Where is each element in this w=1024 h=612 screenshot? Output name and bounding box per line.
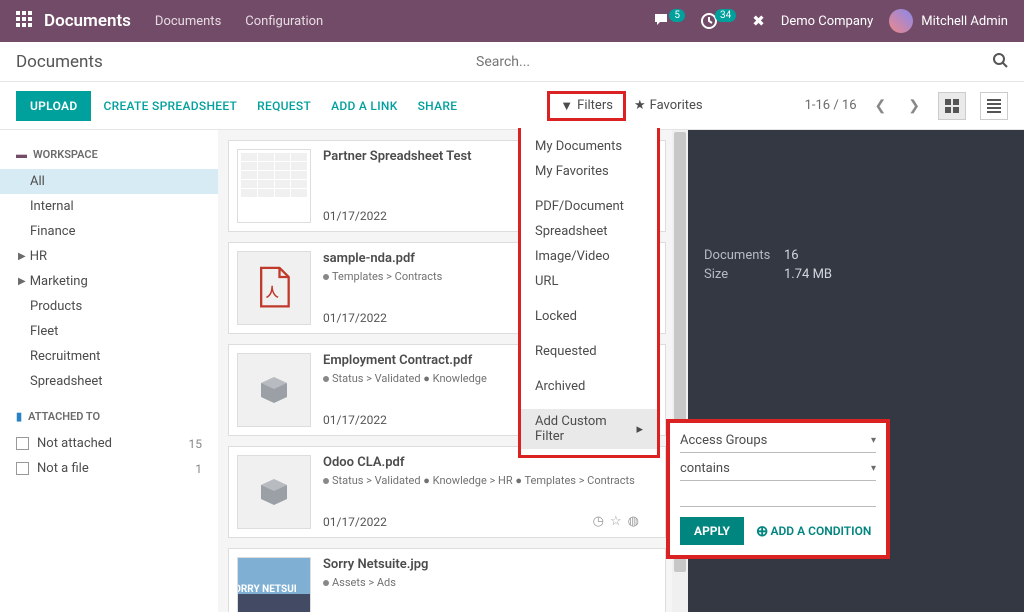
status-icon[interactable]: ◍ — [628, 514, 639, 529]
docs-count-label: Documents — [704, 248, 784, 263]
company-selector[interactable]: Demo Company — [781, 14, 873, 29]
add-link-button[interactable]: ADD A LINK — [331, 99, 398, 113]
count: 1 — [195, 462, 202, 476]
svg-text:人: 人 — [266, 286, 279, 301]
favorites-label: Favorites — [650, 98, 703, 113]
brand[interactable]: Documents — [44, 11, 131, 31]
doc-tags: Status > Validated ● Knowledge > HR ● Te… — [323, 474, 657, 487]
count: 15 — [189, 437, 203, 451]
star-icon: ★ — [634, 98, 646, 113]
docs-count: 16 — [784, 248, 799, 263]
messaging-icon[interactable]: 5 — [655, 14, 685, 28]
doc-title: Sorry Netsuite.jpg — [323, 557, 657, 572]
pager-prev-icon[interactable]: ❮ — [871, 98, 891, 114]
size-label: Size — [704, 267, 784, 282]
user-menu[interactable]: Mitchell Admin — [889, 9, 1008, 33]
chevron-down-icon: ▾ — [871, 463, 876, 474]
topbar: Documents Documents Configuration 5 34 ✖… — [0, 0, 1024, 42]
chevron-right-icon: ▸ — [636, 422, 643, 437]
plus-icon: ⊕ — [756, 522, 769, 540]
doc-thumb-box — [237, 353, 311, 427]
document-card[interactable]: Odoo CLA.pdf Status > Validated ● Knowle… — [228, 446, 666, 538]
filters-button[interactable]: ▼ Filters — [547, 91, 626, 121]
caret-icon: ▶ — [18, 276, 26, 287]
nav-configuration[interactable]: Configuration — [245, 14, 323, 29]
checkbox[interactable] — [16, 462, 29, 475]
document-card[interactable]: ORRY NETSUI odoo ▬▬ Sorry Netsuite.jpg A… — [228, 548, 666, 612]
file-icon: ▮ — [16, 410, 22, 423]
workspace-header: ▬ WORKSPACE — [0, 144, 218, 169]
custom-filter-value[interactable] — [680, 485, 876, 507]
apps-icon[interactable] — [16, 11, 32, 31]
upload-button[interactable]: UPLOAD — [16, 91, 91, 121]
attached-not-attached[interactable]: Not attached 15 — [0, 431, 218, 456]
add-custom-label: Add Custom Filter — [535, 414, 636, 444]
filter-url[interactable]: URL — [521, 269, 657, 294]
pager: 1-16 / 16 — [805, 98, 857, 113]
star-icon[interactable]: ☆ — [610, 514, 622, 529]
doc-thumb-spreadsheet — [237, 149, 311, 223]
toolbar: UPLOAD CREATE SPREADSHEET REQUEST ADD A … — [0, 82, 1024, 130]
doc-tags: Assets > Ads — [323, 576, 657, 589]
sidebar-item-marketing[interactable]: ▶Marketing — [0, 269, 218, 294]
debug-icon[interactable]: ✖ — [752, 12, 765, 30]
filter-archived[interactable]: Archived — [521, 374, 657, 399]
add-condition-button[interactable]: ⊕ ADD A CONDITION — [756, 522, 872, 540]
custom-filter-panel: Access Groups ▾ contains ▾ APPLY ⊕ ADD A… — [666, 419, 890, 559]
sidebar-item-fleet[interactable]: Fleet — [0, 319, 218, 344]
filters-label: Filters — [577, 98, 613, 113]
list-view-button[interactable] — [980, 92, 1008, 120]
size-value: 1.74 MB — [784, 267, 832, 282]
search-row: Documents — [0, 42, 1024, 82]
attached-header: ▮ ATTACHED TO — [0, 394, 218, 431]
caret-icon: ▶ — [18, 251, 26, 262]
pager-next-icon[interactable]: ❯ — [904, 98, 924, 114]
activity-icon[interactable]: 34 — [701, 13, 736, 29]
filter-requested[interactable]: Requested — [521, 339, 657, 364]
folder-icon: ▬ — [16, 148, 27, 161]
sidebar: ▬ WORKSPACE All Internal Finance ▶HR ▶Ma… — [0, 130, 218, 612]
apply-button[interactable]: APPLY — [680, 517, 744, 545]
clock-icon[interactable]: ◷ — [593, 514, 604, 529]
filter-pdf[interactable]: PDF/Document — [521, 194, 657, 219]
filter-my-favorites[interactable]: My Favorites — [521, 159, 657, 184]
request-button[interactable]: REQUEST — [257, 99, 311, 113]
doc-thumb-image: ORRY NETSUI odoo ▬▬ — [237, 557, 311, 612]
user-name: Mitchell Admin — [921, 14, 1008, 29]
chat-badge: 5 — [669, 9, 685, 22]
page-title: Documents — [16, 52, 476, 72]
sidebar-item-all[interactable]: All — [0, 169, 218, 194]
sidebar-item-recruitment[interactable]: Recruitment — [0, 344, 218, 369]
doc-thumb-pdf: 人 — [237, 251, 311, 325]
sidebar-item-finance[interactable]: Finance — [0, 219, 218, 244]
share-button[interactable]: SHARE — [418, 99, 458, 113]
activity-badge: 34 — [715, 9, 736, 22]
attached-not-a-file[interactable]: Not a file 1 — [0, 456, 218, 481]
sidebar-item-hr[interactable]: ▶HR — [0, 244, 218, 269]
custom-filter-field[interactable]: Access Groups ▾ — [680, 429, 876, 453]
filter-icon: ▼ — [560, 98, 573, 114]
filter-locked[interactable]: Locked — [521, 304, 657, 329]
search-input[interactable] — [476, 54, 992, 70]
checkbox[interactable] — [16, 437, 29, 450]
chevron-down-icon: ▾ — [871, 435, 876, 446]
doc-thumb-box — [237, 455, 311, 529]
sidebar-item-products[interactable]: Products — [0, 294, 218, 319]
favorites-button[interactable]: ★ Favorites — [634, 98, 703, 113]
search-icon[interactable] — [992, 52, 1008, 72]
custom-filter-operator[interactable]: contains ▾ — [680, 457, 876, 481]
sidebar-item-spreadsheet[interactable]: Spreadsheet — [0, 369, 218, 394]
filters-dropdown: My Documents My Favorites PDF/Document S… — [518, 128, 660, 458]
create-spreadsheet-button[interactable]: CREATE SPREADSHEET — [103, 99, 237, 113]
avatar — [889, 9, 913, 33]
kanban-view-button[interactable] — [938, 92, 966, 120]
filter-add-custom[interactable]: Add Custom Filter ▸ — [521, 409, 657, 449]
filter-spreadsheet[interactable]: Spreadsheet — [521, 219, 657, 244]
filter-image[interactable]: Image/Video — [521, 244, 657, 269]
filter-my-documents[interactable]: My Documents — [521, 134, 657, 159]
sidebar-item-internal[interactable]: Internal — [0, 194, 218, 219]
nav-documents[interactable]: Documents — [155, 14, 221, 29]
